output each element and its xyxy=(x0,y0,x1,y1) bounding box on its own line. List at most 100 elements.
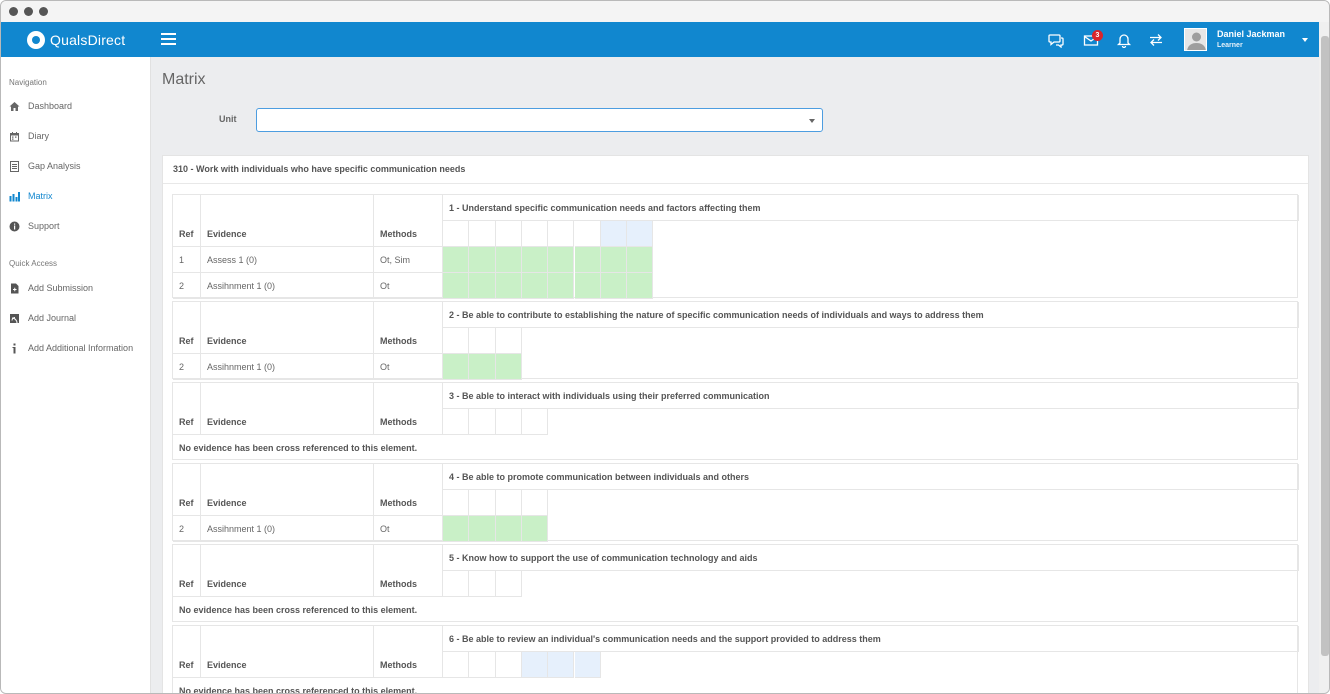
sidebar-item-support[interactable]: Support xyxy=(9,218,60,234)
evidence-criterion-cell xyxy=(469,247,496,273)
criterion-header-cell xyxy=(574,652,601,678)
user-menu-chevron-down-icon[interactable] xyxy=(1302,38,1308,42)
ref-header-cell xyxy=(173,545,201,597)
evidence-criterion-cell xyxy=(495,516,522,542)
evidence-criterion-cell xyxy=(495,247,522,273)
outcome-title: 6 - Be able to review an individual's co… xyxy=(449,634,881,644)
ref-column-header: Ref xyxy=(179,417,194,427)
bar-chart-icon xyxy=(9,191,20,201)
page-title: Matrix xyxy=(162,71,206,88)
sidebar-item-dashboard[interactable]: Dashboard xyxy=(9,98,72,114)
criterion-header-cell xyxy=(495,571,522,597)
evidence-link[interactable]: Assihnment 1 (0) xyxy=(207,362,275,372)
evidence-methods: Ot xyxy=(380,281,390,291)
methods-header-cell xyxy=(374,383,443,435)
methods-column-header: Methods xyxy=(380,660,417,670)
no-evidence-message: No evidence has been cross referenced to… xyxy=(179,443,418,453)
menu-toggle-icon[interactable] xyxy=(161,33,176,45)
evidence-criterion-cell xyxy=(495,273,522,299)
evidence-criterion-cell xyxy=(548,247,575,273)
panel-title: 310 - Work with individuals who have spe… xyxy=(173,164,466,174)
switch-arrows-icon[interactable] xyxy=(1148,32,1164,48)
evidence-criterion-cell xyxy=(600,273,628,299)
sidebar-item-label: Gap Analysis xyxy=(28,161,81,171)
evidence-link[interactable]: Assihnment 1 (0) xyxy=(207,281,275,291)
outcome-table: 5 - Know how to support the use of commu… xyxy=(172,544,1299,622)
sidebar-item-add-submission[interactable]: Add Submission xyxy=(9,280,93,296)
methods-header-cell xyxy=(374,545,443,597)
criterion-header-cell xyxy=(600,221,628,247)
evidence-criterion-cell xyxy=(469,273,496,299)
ref-cell xyxy=(173,273,201,299)
evidence-header-cell xyxy=(201,195,374,247)
evidence-criterion-cell xyxy=(574,273,601,299)
evidence-link[interactable]: Assihnment 1 (0) xyxy=(207,524,275,534)
evidence-ref: 2 xyxy=(179,524,185,534)
page-scrollbar[interactable] xyxy=(1319,22,1329,693)
evidence-link[interactable]: Assess 1 (0) xyxy=(207,255,257,265)
sidebar-item-label: Add Journal xyxy=(28,313,77,323)
criterion-header-cell xyxy=(495,328,522,354)
document-icon xyxy=(10,160,19,172)
criterion-header-cell xyxy=(495,409,522,435)
evidence-criterion-cell xyxy=(443,516,470,542)
sidebar-item-diary[interactable]: Diary xyxy=(9,128,49,144)
ref-column-header: Ref xyxy=(179,579,194,589)
evidence-column-header: Evidence xyxy=(207,417,247,427)
evidence-criterion-cell xyxy=(627,247,654,273)
window-minimize-control[interactable] xyxy=(24,7,33,16)
methods-column-header: Methods xyxy=(380,498,417,508)
evidence-ref: 2 xyxy=(179,281,185,291)
methods-header-cell xyxy=(374,302,443,354)
criterion-header-cell xyxy=(495,490,522,516)
ref-header-cell xyxy=(173,195,201,247)
outcome-table: 2 - Be able to contribute to establishin… xyxy=(172,301,1299,380)
evidence-criterion-cell xyxy=(443,354,470,380)
criterion-header-cell xyxy=(443,328,470,354)
sidebar-item-add-additional-information[interactable]: Add Additional Information xyxy=(9,340,133,356)
evidence-methods: Ot xyxy=(380,362,390,372)
ref-header-cell xyxy=(173,302,201,354)
scrollbar-thumb[interactable] xyxy=(1321,36,1329,656)
sidebar-item-gap-analysis[interactable]: Gap Analysis xyxy=(9,158,81,174)
user-name[interactable]: Daniel Jackman xyxy=(1217,29,1285,39)
sidebar-item-matrix[interactable]: Matrix xyxy=(9,188,53,204)
brand-logo[interactable]: QualsDirect xyxy=(27,30,125,50)
evidence-criterion-cell xyxy=(521,247,549,273)
window-close-control[interactable] xyxy=(9,7,18,16)
criterion-header-cell xyxy=(495,652,522,678)
ref-column-header: Ref xyxy=(179,660,194,670)
criterion-header-cell xyxy=(443,652,470,678)
evidence-methods: Ot, Sim xyxy=(380,255,411,265)
criterion-header-cell xyxy=(521,652,549,678)
sidebar-item-label: Add Submission xyxy=(28,283,94,293)
evidence-criterion-cell xyxy=(469,354,496,380)
sidebar-item-add-journal[interactable]: Add Journal xyxy=(9,310,76,326)
chat-icon[interactable] xyxy=(1048,32,1064,48)
unit-label: Unit xyxy=(219,114,237,124)
evidence-criterion-cell xyxy=(521,516,549,542)
home-icon xyxy=(9,101,20,111)
evidence-header-cell xyxy=(201,545,374,597)
evidence-criterion-cell xyxy=(548,273,575,299)
evidence-column-header: Evidence xyxy=(207,660,247,670)
no-evidence-message: No evidence has been cross referenced to… xyxy=(179,686,418,694)
evidence-criterion-cell xyxy=(443,247,470,273)
criterion-header-cell xyxy=(548,652,575,678)
evidence-criterion-cell xyxy=(469,516,496,542)
evidence-header-cell xyxy=(201,383,374,435)
chevron-down-icon xyxy=(809,119,815,123)
ref-header-cell xyxy=(173,626,201,678)
ref-header-cell xyxy=(173,383,201,435)
bell-icon[interactable] xyxy=(1116,32,1132,48)
quals-logo-icon xyxy=(27,31,45,49)
user-avatar[interactable] xyxy=(1184,28,1207,51)
unit-select[interactable] xyxy=(256,108,823,132)
criterion-header-cell xyxy=(443,490,470,516)
evidence-criterion-cell xyxy=(600,247,628,273)
criterion-header-cell xyxy=(521,409,549,435)
criterion-header-cell xyxy=(469,571,496,597)
criterion-header-cell xyxy=(521,221,549,247)
window-zoom-control[interactable] xyxy=(39,7,48,16)
nav-heading: Navigation xyxy=(9,78,47,87)
